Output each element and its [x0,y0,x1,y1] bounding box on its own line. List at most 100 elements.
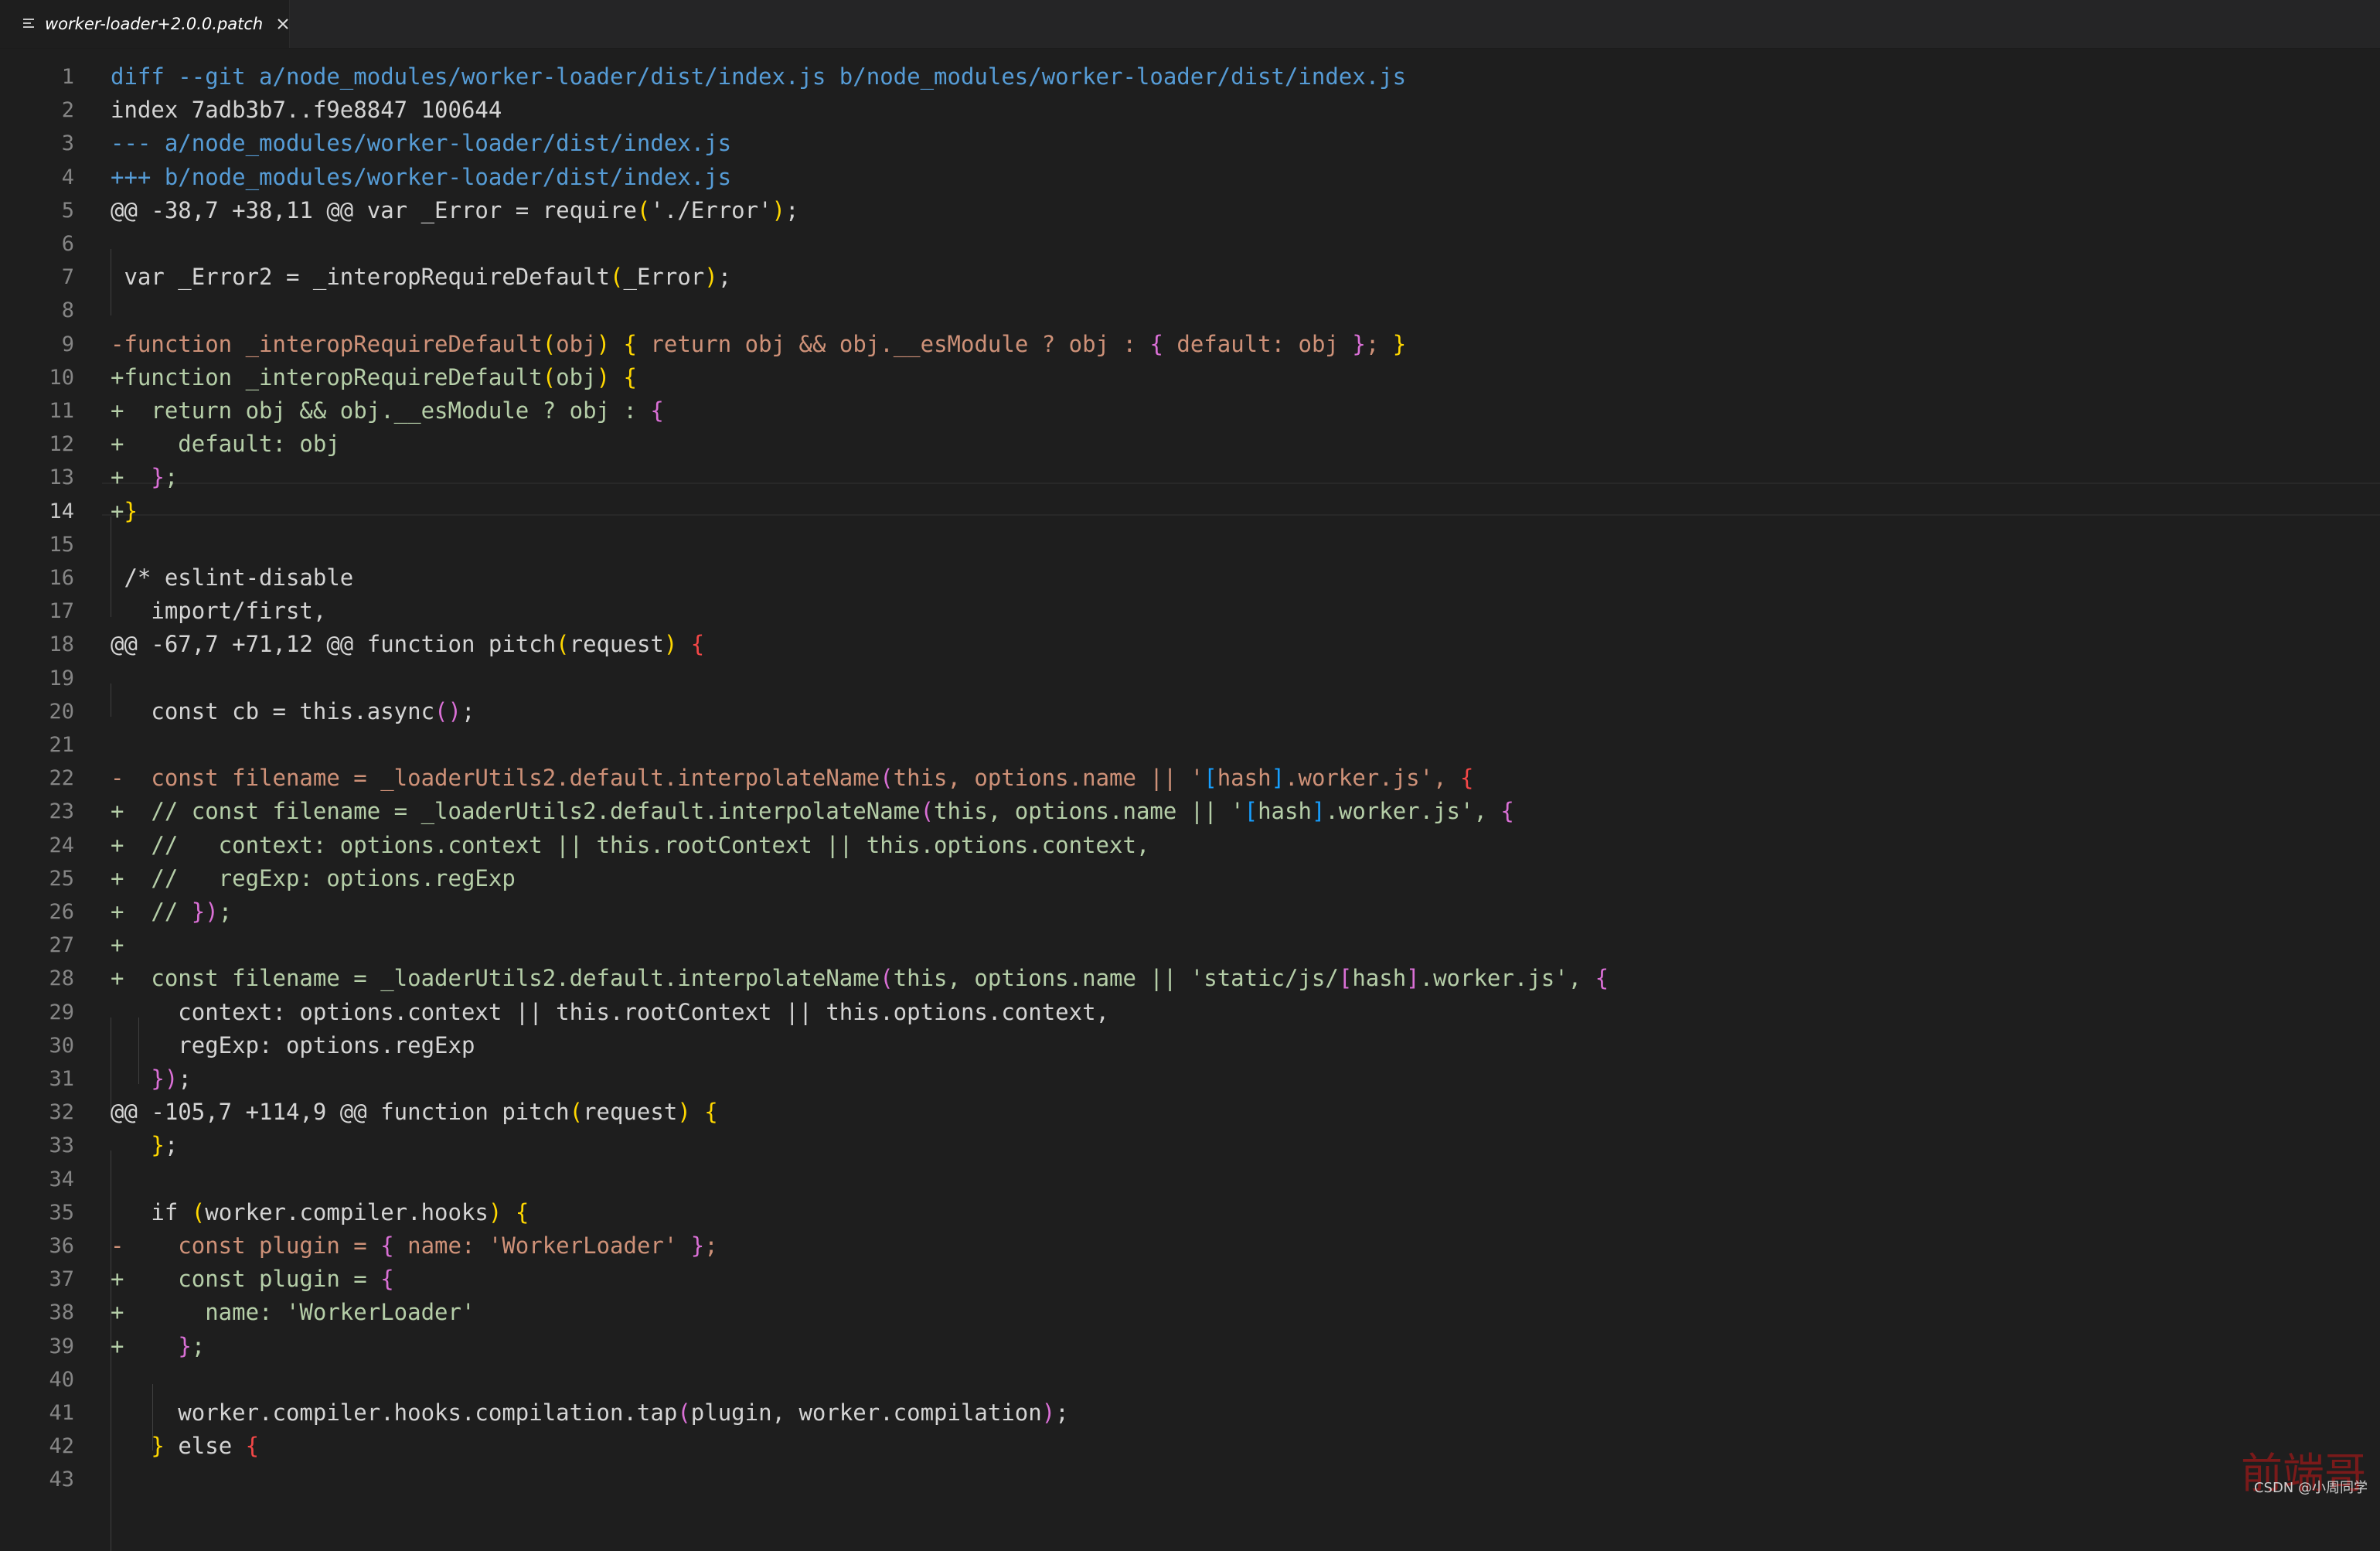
code-token: { [245,1433,260,1460]
code-line[interactable]: 30 regExp: options.regExp [0,1029,2380,1062]
line-code: + // }); [111,895,232,929]
code-line[interactable]: 26 + // }); [0,895,2380,929]
line-number: 28 [49,966,74,991]
code-line[interactable]: 34 [0,1163,2380,1196]
code-editor[interactable]: 1 diff --git a/node_modules/worker-loader… [0,48,2380,1551]
code-line[interactable]: 25 + // regExp: options.regExp [0,862,2380,895]
code-line[interactable]: 22 - const filename = _loaderUtils2.defau… [0,762,2380,795]
code-line[interactable]: 4 +++ b/node_modules/worker-loader/dist/i… [0,161,2380,194]
line-number: 12 [49,432,74,457]
code-line[interactable]: 37 + const plugin = { [0,1263,2380,1296]
code-token: } [151,1132,165,1159]
code-line[interactable]: 17 import/first, [0,595,2380,628]
line-number: 35 [49,1200,74,1225]
line-number: 32 [49,1100,74,1125]
code-line[interactable]: 35 if (worker.compiler.hooks) { [0,1196,2380,1229]
code-line[interactable]: 39 + }; [0,1330,2380,1363]
code-token: if [111,1198,192,1225]
close-icon[interactable] [275,16,291,32]
line-number: 20 [49,699,74,724]
code-token: { [650,397,664,424]
code-line[interactable]: 8 [0,294,2380,327]
code-line[interactable]: 15 [0,528,2380,561]
code-token: } [151,464,165,491]
code-line[interactable]: 29 context: options.context || this.root… [0,996,2380,1029]
code-token: +function _interopRequireDefault [111,363,543,390]
code-line[interactable]: 38 + name: 'WorkerLoader' [0,1296,2380,1329]
line-number: 26 [49,900,74,924]
code-token: { [380,1266,394,1293]
code-token: const cb = this.async [111,697,435,724]
code-token: ) [677,1099,691,1126]
line-number: 33 [49,1133,74,1158]
code-token: ; [1055,1399,1069,1426]
code-token: [ [1338,965,1353,992]
code-line[interactable]: 16 /* eslint-disable [0,561,2380,595]
code-line[interactable]: 12 + default: obj [0,428,2380,461]
code-line[interactable]: 27 + [0,929,2380,962]
code-line[interactable]: 14 +} [0,495,2380,528]
line-code: +} [111,495,138,528]
line-code: /* eslint-disable [111,561,353,595]
code-token: hash [1258,798,1312,825]
code-line[interactable]: 43 [0,1463,2380,1496]
code-token: worker.compiler.hooks.compilation.tap [111,1399,678,1426]
code-line[interactable]: 19 [0,662,2380,695]
line-number: 15 [49,532,74,557]
line-number: 29 [49,1000,74,1024]
code-line[interactable]: 11 + return obj && obj.__esModule ? obj :… [0,394,2380,428]
code-token: + // context: options.context || this.ro… [111,831,1150,858]
code-line[interactable]: 9 -function _interopRequireDefault(obj) {… [0,328,2380,361]
line-code: +++ b/node_modules/worker-loader/dist/in… [111,161,731,194]
code-token: context: options.context || this.rootCon… [111,998,1110,1025]
code-token: ) [488,1198,502,1225]
code-line[interactable]: 1 diff --git a/node_modules/worker-loader… [0,60,2380,94]
code-line[interactable]: 2 index 7adb3b7..f9e8847 100644 [0,94,2380,127]
code-line[interactable]: 36 - const plugin = { name: 'WorkerLoader… [0,1229,2380,1263]
code-line[interactable]: 18 @@ -67,7 +71,12 @@ function pitch(requ… [0,628,2380,661]
line-number: 25 [49,866,74,891]
code-line[interactable]: 23 + // const filename = _loaderUtils2.de… [0,795,2380,828]
code-line[interactable]: 41 worker.compiler.hooks.compilation.tap… [0,1396,2380,1430]
code-line[interactable]: 28 + const filename = _loaderUtils2.defau… [0,962,2380,995]
code-line[interactable]: 33 }; [0,1129,2380,1162]
code-token: ; [191,1332,206,1359]
line-number: 7 [61,265,74,290]
code-line[interactable]: 24 + // context: options.context || this.… [0,829,2380,862]
code-token: } [178,1332,192,1359]
code-token: { [623,330,637,357]
line-code: + const filename = _loaderUtils2.default… [111,962,1609,995]
code-line[interactable]: 10 +function _interopRequireDefault(obj) … [0,361,2380,394]
line-code: + // context: options.context || this.ro… [111,829,1149,862]
code-token: ] [1271,765,1285,792]
code-line[interactable]: 21 [0,728,2380,762]
code-token: { [1595,965,1609,992]
code-line[interactable]: 5 @@ -38,7 +38,11 @@ var _Error = require… [0,194,2380,227]
code-line[interactable]: 40 [0,1363,2380,1396]
code-token: obj [556,363,597,390]
line-code: if (worker.compiler.hooks) { [111,1196,529,1229]
code-token: } [151,1065,165,1092]
line-code: }; [111,1129,178,1162]
line-code: + }; [111,1330,205,1363]
line-number: 13 [49,465,74,490]
code-line[interactable]: 7 var _Error2 = _interopRequireDefault(_… [0,261,2380,294]
code-token: - const filename = _loaderUtils2.default… [111,765,880,792]
tab-patch-file[interactable]: worker-loader+2.0.0.patch [0,0,290,48]
line-number: 4 [61,165,74,189]
code-token: { [623,363,637,390]
code-line[interactable]: 6 [0,227,2380,261]
code-line[interactable]: 20 const cb = this.async(); [0,695,2380,728]
line-number: 36 [49,1234,74,1258]
line-number: 5 [61,198,74,223]
code-line[interactable]: 3 --- a/node_modules/worker-loader/dist/i… [0,127,2380,160]
code-token: ) [205,898,219,925]
code-line[interactable]: 13 + }; [0,461,2380,494]
code-line[interactable]: 42 } else { [0,1430,2380,1463]
code-line[interactable]: 31 }); [0,1062,2380,1096]
code-line[interactable]: 32 @@ -105,7 +114,9 @@ function pitch(req… [0,1096,2380,1129]
